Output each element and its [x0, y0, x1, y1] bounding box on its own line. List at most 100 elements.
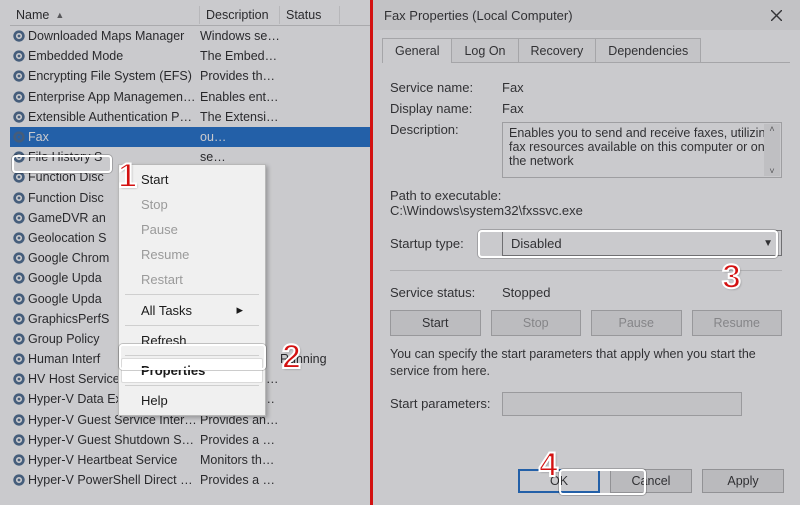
- split-divider: [370, 0, 373, 505]
- gear-icon: [10, 211, 28, 225]
- label-startup-type: Startup type:: [390, 236, 502, 251]
- gear-icon: [10, 231, 28, 245]
- service-desc: Provides th…: [200, 69, 280, 83]
- value-path: C:\Windows\system32\fxssvc.exe: [390, 203, 782, 218]
- startup-type-select[interactable]: Disabled ▼: [502, 230, 782, 256]
- gear-icon: [10, 332, 28, 346]
- service-name: Extensible Authentication P…: [28, 110, 200, 124]
- stop-button: Stop: [491, 310, 582, 336]
- services-header: Name▲ Description Status: [10, 4, 372, 26]
- service-row[interactable]: Hyper-V PowerShell Direct …Provides a …: [10, 470, 372, 490]
- service-desc: se…: [200, 150, 280, 164]
- properties-dialog: Fax Properties (Local Computer) General …: [372, 0, 800, 505]
- service-row[interactable]: Hyper-V Guest Shutdown S…Provides a …: [10, 430, 372, 450]
- col-name[interactable]: Name▲: [10, 6, 200, 24]
- description-scrollbar[interactable]: ˄˅: [764, 124, 780, 176]
- annotation-4: 4: [539, 446, 558, 485]
- service-row[interactable]: Embedded ModeThe Embed…: [10, 46, 372, 66]
- tab-recovery[interactable]: Recovery: [518, 38, 597, 63]
- service-row[interactable]: Faxou…: [10, 127, 372, 147]
- sort-asc-icon: ▲: [55, 10, 64, 20]
- menu-restart: Restart: [121, 267, 263, 292]
- close-icon: [771, 10, 782, 21]
- startup-type-value: Disabled: [511, 236, 562, 251]
- context-menu: Start Stop Pause Resume Restart All Task…: [118, 164, 266, 416]
- value-description: Enables you to send and receive faxes, u…: [509, 126, 772, 168]
- ok-button[interactable]: OK: [518, 469, 600, 493]
- close-button[interactable]: [754, 0, 798, 30]
- label-path: Path to executable:: [390, 188, 782, 203]
- tab-general[interactable]: General: [382, 38, 452, 63]
- service-name: Enterprise App Managemen…: [28, 90, 200, 104]
- menu-resume: Resume: [121, 242, 263, 267]
- service-desc: Monitors th…: [200, 453, 280, 467]
- label-display-name: Display name:: [390, 101, 502, 116]
- col-description[interactable]: Description: [200, 6, 280, 24]
- gear-icon: [10, 251, 28, 265]
- chevron-right-icon: ▸: [236, 302, 243, 318]
- chevron-down-icon: ˅: [769, 166, 774, 176]
- dialog-titlebar: Fax Properties (Local Computer): [372, 0, 800, 30]
- service-desc: ou…: [200, 130, 280, 144]
- gear-icon: [10, 191, 28, 205]
- description-box[interactable]: Enables you to send and receive faxes, u…: [502, 122, 782, 178]
- start-params-input: [502, 392, 742, 416]
- service-name: File History S: [28, 150, 200, 164]
- gear-icon: [10, 90, 28, 104]
- gear-icon: [10, 312, 28, 326]
- gear-icon: [10, 271, 28, 285]
- service-row[interactable]: Extensible Authentication P…The Extensi…: [10, 107, 372, 127]
- note-text: You can specify the start parameters tha…: [390, 346, 782, 380]
- menu-refresh[interactable]: Refresh: [121, 328, 263, 353]
- start-button[interactable]: Start: [390, 310, 481, 336]
- annotation-3: 3: [722, 258, 741, 297]
- gear-icon: [10, 433, 28, 447]
- resume-button: Resume: [692, 310, 783, 336]
- service-name: Downloaded Maps Manager: [28, 29, 200, 43]
- service-name: Encrypting File System (EFS): [28, 69, 200, 83]
- label-service-name: Service name:: [390, 80, 502, 95]
- apply-button[interactable]: Apply: [702, 469, 784, 493]
- cancel-button[interactable]: Cancel: [610, 469, 692, 493]
- service-name: Hyper-V PowerShell Direct …: [28, 473, 200, 487]
- menu-all-tasks[interactable]: All Tasks▸: [121, 297, 263, 323]
- service-name: Hyper-V Heartbeat Service: [28, 453, 200, 467]
- tab-logon[interactable]: Log On: [451, 38, 518, 63]
- gear-icon: [10, 392, 28, 406]
- menu-properties[interactable]: Properties: [121, 358, 263, 383]
- label-description: Description:: [390, 122, 502, 178]
- service-name: Embedded Mode: [28, 49, 200, 63]
- gear-icon: [10, 473, 28, 487]
- service-row[interactable]: Enterprise App Managemen…Enables ent…: [10, 87, 372, 107]
- gear-icon: [10, 69, 28, 83]
- gear-icon: [10, 49, 28, 63]
- service-desc: Enables ent…: [200, 90, 280, 104]
- col-status[interactable]: Status: [280, 6, 340, 24]
- gear-icon: [10, 150, 28, 164]
- pause-button: Pause: [591, 310, 682, 336]
- gear-icon: [10, 130, 28, 144]
- service-name: Hyper-V Guest Shutdown S…: [28, 433, 200, 447]
- service-desc: The Embed…: [200, 49, 280, 63]
- gear-icon: [10, 352, 28, 366]
- service-row[interactable]: Downloaded Maps ManagerWindows se…: [10, 26, 372, 46]
- gear-icon: [10, 29, 28, 43]
- annotation-2: 2: [282, 338, 301, 377]
- menu-help[interactable]: Help: [121, 388, 263, 413]
- menu-start[interactable]: Start: [121, 167, 263, 192]
- label-service-status: Service status:: [390, 285, 502, 300]
- service-desc: Provides a …: [200, 473, 280, 487]
- chevron-up-icon: ˄: [769, 124, 774, 134]
- tab-dependencies[interactable]: Dependencies: [595, 38, 701, 63]
- dialog-title: Fax Properties (Local Computer): [384, 8, 573, 23]
- chevron-down-icon: ▼: [763, 238, 773, 249]
- service-desc: Provides a …: [200, 433, 280, 447]
- service-name: Fax: [28, 130, 200, 144]
- service-row[interactable]: Hyper-V Heartbeat ServiceMonitors th…: [10, 450, 372, 470]
- gear-icon: [10, 292, 28, 306]
- gear-icon: [10, 453, 28, 467]
- service-row[interactable]: Encrypting File System (EFS)Provides th…: [10, 66, 372, 86]
- label-start-params: Start parameters:: [390, 396, 502, 411]
- menu-pause: Pause: [121, 217, 263, 242]
- gear-icon: [10, 110, 28, 124]
